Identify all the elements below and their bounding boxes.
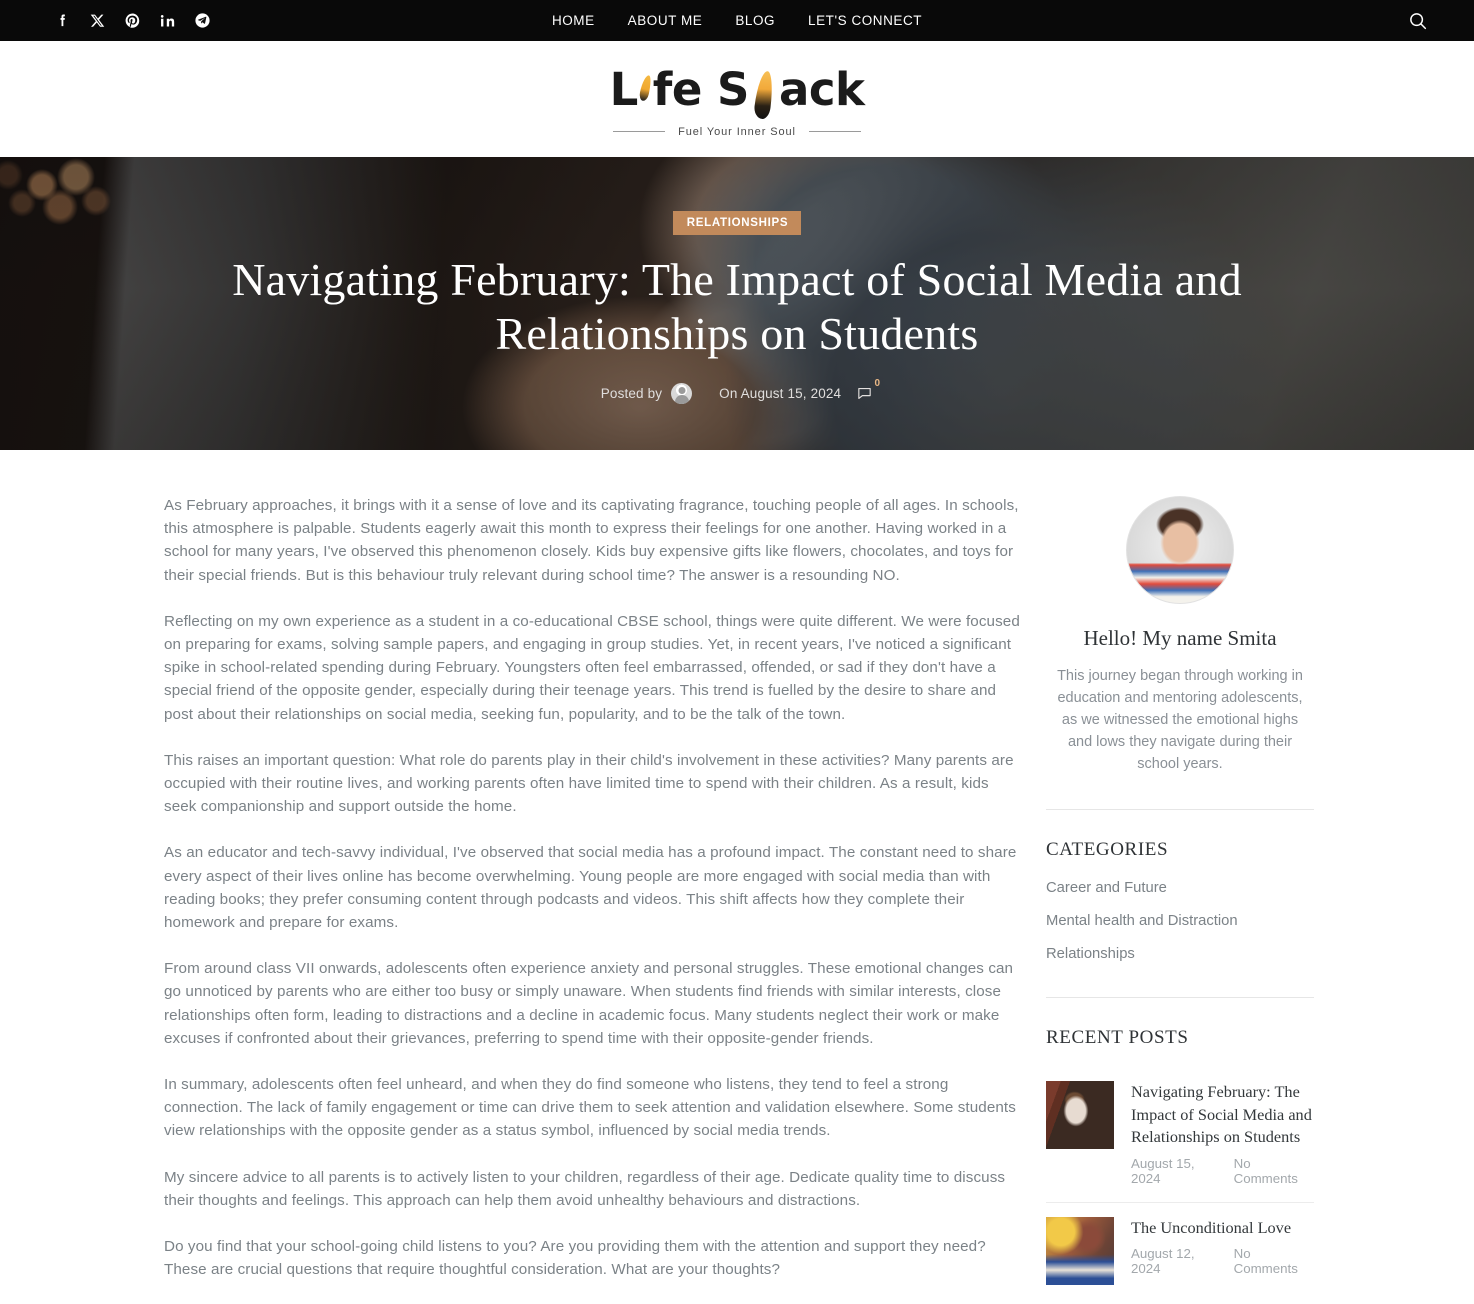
site-tagline: Fuel Your Inner Soul [613, 126, 861, 138]
article-paragraph: As an educator and tech-savvy individual… [164, 844, 1017, 932]
hero-banner: RELATIONSHIPS Navigating February: The I… [0, 157, 1474, 450]
categories-heading: CATEGORIES [1046, 839, 1169, 860]
recent-post-thumbnail [1046, 1216, 1114, 1285]
avatar [1126, 496, 1234, 604]
recent-post-comments: No Comments [1233, 1155, 1298, 1186]
list-item: Career and Future [1046, 879, 1314, 897]
nav-item-blog[interactable]: BLOG [735, 13, 775, 28]
nav-item-about-me[interactable]: ABOUT ME [628, 13, 703, 28]
tagline-rule-left [613, 131, 666, 132]
article-paragraph: From around class VII onwards, adolescen… [164, 960, 1014, 1047]
nav-item-home[interactable]: HOME [552, 13, 595, 28]
tagline-rule-right [808, 131, 861, 132]
top-bar: HOME ABOUT ME BLOG LET'S CONNECT [0, 0, 1474, 41]
recent-post-title[interactable]: The Unconditional Love [1131, 1217, 1314, 1240]
article-paragraph: Reflecting on my own experience as a stu… [164, 612, 1020, 723]
category-link-relationships[interactable]: Relationships [1046, 946, 1135, 962]
site-logo[interactable]: Lfe Sack [610, 67, 865, 112]
search-icon[interactable] [1405, 8, 1431, 34]
page-body: As February approaches, it brings with i… [0, 450, 1474, 1304]
logo-text-part3: ack [778, 62, 865, 116]
recent-post-thumbnail [1046, 1081, 1114, 1149]
main-navigation: HOME ABOUT ME BLOG LET'S CONNECT [0, 13, 1474, 28]
author-avatar-icon [671, 383, 693, 405]
article-content: As February approaches, it brings with i… [164, 494, 1024, 1304]
recent-post-date: August 12, 2024 [1131, 1246, 1195, 1276]
logo-text-part1: L [609, 62, 639, 116]
logo-text-part2: fe S [652, 62, 750, 116]
recent-posts-widget: RECENT POSTS Navigating February: The Im… [1046, 1027, 1314, 1301]
category-link-career-and-future[interactable]: Career and Future [1046, 880, 1167, 896]
site-header: Lfe Sack Fuel Your Inner Soul [0, 41, 1474, 157]
nav-item-lets-connect[interactable]: LET'S CONNECT [808, 13, 922, 28]
recent-post-title[interactable]: Navigating February: The Impact of Socia… [1131, 1081, 1314, 1149]
article-paragraph: Do you find that your school-going child… [164, 1238, 986, 1279]
tagline-text: Fuel Your Inner Soul [678, 125, 796, 138]
author-widget: Hello! My name Smita This journey began … [1046, 496, 1314, 775]
recent-post-meta: August 12, 2024 No Comments [1131, 1246, 1314, 1276]
sidebar: Hello! My name Smita This journey began … [1046, 494, 1314, 1304]
recent-post-meta: August 15, 2024 No Comments [1131, 1156, 1314, 1186]
list-item: Mental health and Distraction [1046, 912, 1314, 930]
list-item[interactable]: The Unconditional Love August 12, 2024 N… [1046, 1203, 1314, 1301]
comment-count-badge: 0 [874, 378, 881, 390]
categories-widget: CATEGORIES Career and Future Mental heal… [1046, 839, 1314, 963]
article-paragraph: This raises an important question: What … [164, 751, 1014, 816]
recent-post-date: August 15, 2024 [1131, 1155, 1195, 1186]
comments-link[interactable]: 0 [856, 378, 880, 402]
post-date: On August 15, 2024 [719, 386, 842, 402]
author-name: Hello! My name Smita [1083, 626, 1277, 650]
comment-bubble-icon [858, 388, 871, 400]
categories-list: Career and Future Mental health and Dist… [1046, 879, 1314, 963]
sidebar-divider [1046, 997, 1314, 998]
list-item: Relationships [1046, 945, 1314, 963]
sidebar-divider [1046, 809, 1314, 810]
recent-posts-heading: RECENT POSTS [1046, 1027, 1189, 1048]
recent-post-comments: No Comments [1233, 1246, 1298, 1276]
posted-by-label: Posted by [600, 386, 663, 402]
category-badge[interactable]: RELATIONSHIPS [672, 210, 802, 235]
page-title: Navigating February: The Impact of Socia… [232, 253, 1242, 359]
article-paragraph: My sincere advice to all parents is to a… [164, 1168, 1006, 1209]
post-meta: Posted by On August 15, 2024 0 [600, 378, 880, 405]
list-item[interactable]: Navigating February: The Impact of Socia… [1046, 1067, 1314, 1203]
category-link-mental-health-and-distraction[interactable]: Mental health and Distraction [1046, 913, 1238, 929]
author-bio: This journey began through working in ed… [1057, 668, 1303, 772]
article-paragraph: As February approaches, it brings with i… [164, 497, 1019, 584]
article-paragraph: In summary, adolescents often feel unhea… [164, 1076, 1016, 1140]
